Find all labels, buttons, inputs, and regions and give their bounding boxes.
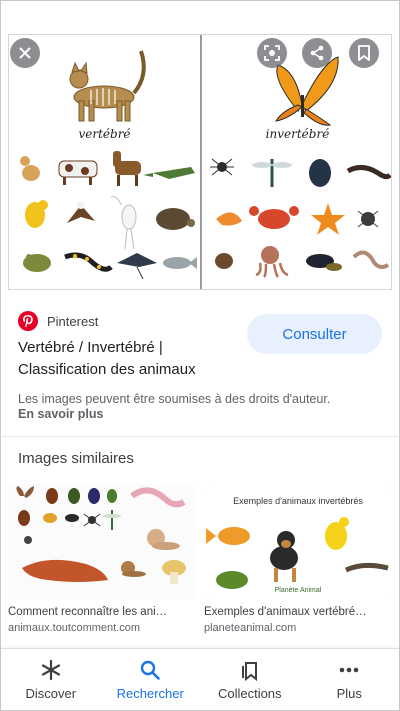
beetle-icon [46, 488, 58, 504]
spider-icon [210, 158, 234, 176]
flea-icon [215, 253, 233, 269]
close-icon [19, 47, 31, 59]
frog-icon [216, 571, 248, 589]
bookmark-icon [358, 45, 370, 61]
nav-search[interactable]: Rechercher [101, 649, 201, 710]
share-icon [310, 45, 324, 61]
lens-icon [264, 45, 280, 61]
bottom-navigation: Discover Rechercher Collections Plus [1, 648, 399, 710]
starfish-icon [311, 203, 345, 235]
beetle-icon [88, 488, 100, 504]
similar-caption: Exemples d'animaux vertébré… [204, 606, 367, 618]
asterisk-icon [41, 659, 60, 681]
nav-label: Discover [25, 686, 77, 701]
more-icon [339, 667, 359, 673]
invertebrate-panel: invertébré [202, 35, 391, 289]
centipede-icon [346, 165, 391, 180]
nav-collections[interactable]: Collections [200, 649, 300, 710]
eagle-icon [67, 201, 95, 223]
invertebrate-title: invertébré [265, 127, 330, 141]
collections-icon [241, 662, 257, 681]
similar-thumbnail: Exemples d'animaux invertébrés Planète A… [204, 484, 392, 600]
invertebrate-illustration [210, 56, 391, 278]
nav-label: Collections [217, 686, 282, 701]
preview-image[interactable]: vertébré invertébré [8, 34, 392, 290]
search-icon [141, 660, 161, 680]
heron-icon [110, 196, 137, 250]
source-row[interactable]: Pinterest [18, 311, 98, 331]
octopus-icon [255, 246, 289, 278]
vertebrate-panel: vertébré [9, 35, 200, 289]
worm-icon [352, 250, 390, 269]
learn-more-link[interactable]: En savoir plus [18, 407, 103, 421]
similar-domain: planeteanimal.com [204, 622, 297, 634]
horse-icon [113, 151, 141, 186]
vertebrate-illustration [20, 50, 197, 280]
fish-icon [163, 257, 197, 269]
result-title[interactable]: Vertébré / Invertébré | Classification d… [18, 337, 240, 381]
similar-thumbnail [8, 484, 196, 600]
bookmark-button[interactable] [349, 38, 379, 68]
thumbnail-title: Exemples d'animaux invertébrés [233, 496, 363, 506]
similar-image-card[interactable]: Comment reconnaître les ani… animaux.tou… [8, 484, 196, 634]
cow-icon [58, 160, 98, 185]
nav-discover[interactable]: Discover [1, 649, 101, 710]
consult-button[interactable]: Consulter [247, 314, 382, 354]
section-divider [0, 436, 400, 437]
crab-icon [249, 206, 299, 229]
butterfly-icon [275, 56, 339, 126]
nav-more[interactable]: Plus [300, 649, 400, 710]
dragonfly-icon [252, 159, 292, 187]
nav-label: Plus [336, 686, 362, 701]
beetle-icon [107, 489, 117, 503]
similar-domain: animaux.toutcomment.com [8, 622, 141, 634]
spider-icon [24, 536, 32, 544]
source-name: Pinterest [47, 313, 99, 329]
shrimp-icon [216, 212, 242, 226]
canary-icon [25, 200, 48, 228]
pinterest-logo-icon [18, 311, 38, 331]
similar-image-card[interactable]: Exemples d'animaux invertébrés Planète A… [204, 484, 392, 634]
lens-button[interactable] [257, 38, 287, 68]
beetle-icon [18, 510, 30, 526]
wasp-icon [65, 514, 79, 522]
crocodile-icon [143, 167, 195, 179]
beetle-icon [68, 488, 80, 504]
beetle-icon [309, 159, 331, 187]
tortoise-icon [156, 208, 195, 230]
nav-label: Rechercher [116, 686, 184, 701]
vertebrate-title: vertébré [78, 127, 131, 141]
copyright-notice: Les images peuvent être soumises à des d… [18, 392, 331, 406]
bee-icon [43, 513, 57, 523]
cat-icon [20, 156, 40, 181]
frog-icon [23, 254, 51, 272]
close-button[interactable] [10, 38, 40, 68]
thumbnail-watermark: Planète Animal [275, 587, 322, 594]
share-button[interactable] [302, 38, 332, 68]
similar-caption: Comment reconnaître les ani… [8, 606, 168, 618]
manta-ray-icon [117, 253, 157, 280]
similar-images-heading: Images similaires [18, 450, 134, 467]
salamander-icon [64, 252, 113, 272]
tick-icon [357, 210, 379, 228]
mussel-icon [306, 254, 342, 271]
